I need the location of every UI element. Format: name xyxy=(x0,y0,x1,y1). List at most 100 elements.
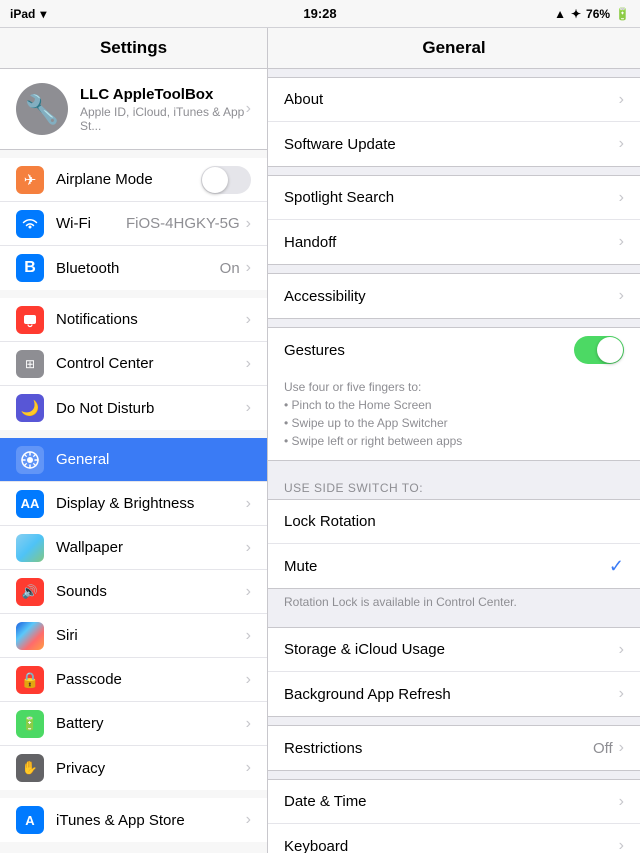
display-icon: AA xyxy=(16,490,44,518)
side-switch-header: USE SIDE SWITCH TO: xyxy=(268,475,640,499)
about-group: About › Software Update › xyxy=(268,77,640,167)
wifi-signal-icon: ▾ xyxy=(40,7,46,21)
general-item-restrictions[interactable]: Restrictions Off › xyxy=(268,726,640,770)
bluetooth-value: On xyxy=(220,260,240,277)
sounds-icon: 🔊 xyxy=(16,578,44,606)
general-item-about[interactable]: About › xyxy=(268,78,640,122)
status-time: 19:28 xyxy=(303,6,336,21)
rotation-note: Rotation Lock is available in Control Ce… xyxy=(268,589,640,619)
bluetooth-chevron-icon: › xyxy=(246,259,251,277)
general-item-bg-refresh[interactable]: Background App Refresh › xyxy=(268,672,640,716)
siri-chevron-icon: › xyxy=(246,627,251,645)
general-item-handoff[interactable]: Handoff › xyxy=(268,220,640,264)
control-center-chevron-icon: › xyxy=(246,355,251,373)
toggle-thumb xyxy=(202,167,228,193)
profile-card[interactable]: 🔧 LLC AppleToolBox Apple ID, iCloud, iTu… xyxy=(0,69,267,150)
battery-percent: 76% xyxy=(586,7,610,21)
gestures-toggle[interactable] xyxy=(574,336,624,364)
app-container: Settings 🔧 LLC AppleToolBox Apple ID, iC… xyxy=(0,28,640,853)
privacy-icon: ✋ xyxy=(16,754,44,782)
sidebar-item-wallpaper[interactable]: Wallpaper › xyxy=(0,526,267,570)
sidebar-item-notifications[interactable]: Notifications › xyxy=(0,298,267,342)
storage-chevron-icon: › xyxy=(619,641,624,659)
wallpaper-chevron-icon: › xyxy=(246,539,251,557)
sidebar-item-privacy[interactable]: ✋ Privacy › xyxy=(0,746,267,790)
profile-info: LLC AppleToolBox Apple ID, iCloud, iTune… xyxy=(80,86,246,133)
datetime-label: Date & Time xyxy=(284,793,619,810)
general-panel-header: General xyxy=(268,28,640,69)
itunes-chevron-icon: › xyxy=(246,811,251,829)
passcode-icon: 🔒 xyxy=(16,666,44,694)
general-item-datetime[interactable]: Date & Time › xyxy=(268,780,640,824)
datetime-group: Date & Time › Keyboard › xyxy=(268,779,640,853)
about-chevron-icon: › xyxy=(619,91,624,109)
siri-icon xyxy=(16,622,44,650)
notifications-icon xyxy=(16,306,44,334)
side-switch-section: Lock Rotation Mute ✓ xyxy=(268,499,640,589)
handoff-chevron-icon: › xyxy=(619,233,624,251)
wifi-value: FiOS-4HGKY-5G xyxy=(126,215,240,232)
passcode-chevron-icon: › xyxy=(246,671,251,689)
airplane-icon: ✈ xyxy=(16,166,44,194)
sidebar-item-sounds[interactable]: 🔊 Sounds › xyxy=(0,570,267,614)
sidebar-item-general[interactable]: General xyxy=(0,438,267,482)
display-label: Display & Brightness xyxy=(56,495,246,512)
battery-settings-icon: 🔋 xyxy=(16,710,44,738)
sounds-chevron-icon: › xyxy=(246,583,251,601)
sidebar-item-passcode[interactable]: 🔒 Passcode › xyxy=(0,658,267,702)
dnd-icon: 🌙 xyxy=(16,394,44,422)
sidebar-item-wifi[interactable]: Wi-Fi FiOS-4HGKY-5G › xyxy=(0,202,267,246)
spotlight-group: Spotlight Search › Handoff › xyxy=(268,175,640,265)
bluetooth-label: Bluetooth xyxy=(56,260,220,277)
general-item-accessibility[interactable]: Accessibility › xyxy=(268,274,640,318)
sidebar-item-dnd[interactable]: 🌙 Do Not Disturb › xyxy=(0,386,267,430)
sidebar-item-control-center[interactable]: ⊞ Control Center › xyxy=(0,342,267,386)
connectivity-group: ✈ Airplane Mode Wi-Fi FiOS-4HGKY-5G › xyxy=(0,158,267,290)
itunes-label: iTunes & App Store xyxy=(56,812,246,829)
bg-refresh-label: Background App Refresh xyxy=(284,686,619,703)
display-chevron-icon: › xyxy=(246,495,251,513)
battery-label: Battery xyxy=(56,715,246,732)
restrictions-value: Off xyxy=(593,740,613,757)
dnd-chevron-icon: › xyxy=(246,399,251,417)
spotlight-label: Spotlight Search xyxy=(284,189,619,206)
general-item-spotlight[interactable]: Spotlight Search › xyxy=(268,176,640,220)
lock-rotation-label: Lock Rotation xyxy=(284,513,624,530)
status-bar: iPad ▾ 19:28 ▲ ✦ 76% 🔋 xyxy=(0,0,640,28)
dnd-label: Do Not Disturb xyxy=(56,400,246,417)
sidebar-item-display[interactable]: AA Display & Brightness › xyxy=(0,482,267,526)
wallpaper-label: Wallpaper xyxy=(56,539,246,556)
bg-refresh-chevron-icon: › xyxy=(619,685,624,703)
spotlight-chevron-icon: › xyxy=(619,189,624,207)
software-update-label: Software Update xyxy=(284,136,619,153)
location-icon: ✦ xyxy=(571,7,581,21)
itunes-icon: A xyxy=(16,806,44,834)
general-item-keyboard[interactable]: Keyboard › xyxy=(268,824,640,853)
keyboard-label: Keyboard xyxy=(284,838,619,853)
ipad-label: iPad xyxy=(10,7,35,21)
sidebar-item-itunes[interactable]: A iTunes & App Store › xyxy=(0,798,267,842)
general-item-storage[interactable]: Storage & iCloud Usage › xyxy=(268,628,640,672)
lock-rotation-item[interactable]: Lock Rotation xyxy=(268,500,640,544)
wifi-chevron-icon: › xyxy=(246,215,251,233)
restrictions-group: Restrictions Off › xyxy=(268,725,640,771)
sidebar-item-battery[interactable]: 🔋 Battery › xyxy=(0,702,267,746)
sidebar-item-bluetooth[interactable]: B Bluetooth On › xyxy=(0,246,267,290)
notifications-chevron-icon: › xyxy=(246,311,251,329)
mute-item[interactable]: Mute ✓ xyxy=(268,544,640,588)
airplane-toggle[interactable] xyxy=(201,166,251,194)
general-item-software-update[interactable]: Software Update › xyxy=(268,122,640,166)
status-left: iPad ▾ xyxy=(10,7,46,21)
restrictions-label: Restrictions xyxy=(284,740,593,757)
sidebar-item-siri[interactable]: Siri › xyxy=(0,614,267,658)
sidebar-item-airplane[interactable]: ✈ Airplane Mode xyxy=(0,158,267,202)
accessibility-group: Accessibility › xyxy=(268,273,640,319)
privacy-label: Privacy xyxy=(56,760,246,777)
store-group: A iTunes & App Store › xyxy=(0,798,267,842)
handoff-label: Handoff xyxy=(284,234,619,251)
software-update-chevron-icon: › xyxy=(619,135,624,153)
notifications-group: Notifications › ⊞ Control Center › 🌙 Do … xyxy=(0,298,267,430)
profile-chevron-icon: › xyxy=(246,100,251,118)
gestures-section: Gestures Use four or five fingers to: • … xyxy=(268,327,640,461)
about-label: About xyxy=(284,91,619,108)
